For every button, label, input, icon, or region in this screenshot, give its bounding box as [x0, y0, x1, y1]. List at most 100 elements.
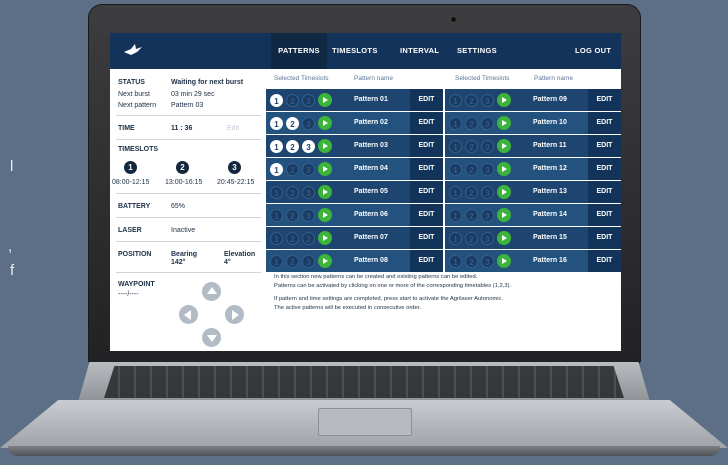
edit-button[interactable]: EDIT: [410, 204, 443, 226]
timeslot-toggle-icon[interactable]: 3: [481, 232, 494, 245]
edit-button[interactable]: EDIT: [588, 181, 621, 203]
timeslot-toggle-icon[interactable]: 1: [270, 255, 283, 268]
timeslot-toggle-icon[interactable]: 3: [302, 209, 315, 222]
play-icon[interactable]: [497, 93, 511, 107]
timeslot-toggle-icon[interactable]: 2: [465, 163, 478, 176]
timeslot-toggle-icon[interactable]: 2: [286, 186, 299, 199]
timeslot-toggle-icon[interactable]: 1: [449, 117, 462, 130]
pattern-name: Pattern 10: [533, 119, 567, 126]
timeslot-toggle-icon[interactable]: 3: [481, 117, 494, 130]
play-icon[interactable]: [497, 116, 511, 130]
timeslot-toggle-icon[interactable]: 1: [449, 232, 462, 245]
edit-button[interactable]: EDIT: [410, 181, 443, 203]
edit-button[interactable]: EDIT: [410, 112, 443, 134]
edit-button[interactable]: EDIT: [410, 250, 443, 272]
timeslot-toggle-icon[interactable]: 3: [302, 232, 315, 245]
play-icon[interactable]: [318, 139, 332, 153]
tab-interval[interactable]: INTERVAL: [400, 33, 439, 69]
timeslot-toggle-icon[interactable]: 2: [286, 117, 299, 130]
edit-button[interactable]: EDIT: [588, 135, 621, 157]
timeslot-toggle-icon[interactable]: 3: [302, 94, 315, 107]
timeslot-toggle-icon[interactable]: 2: [286, 255, 299, 268]
timeslot-toggle-icon[interactable]: 1: [449, 209, 462, 222]
edit-button[interactable]: EDIT: [588, 89, 621, 111]
edit-button[interactable]: EDIT: [588, 158, 621, 180]
timeslot-toggle-icon[interactable]: 3: [302, 140, 315, 153]
tab-settings[interactable]: SETTINGS: [457, 33, 497, 69]
timeslot-toggle-icon[interactable]: 3: [302, 255, 315, 268]
play-icon[interactable]: [497, 254, 511, 268]
laptop-front-edge: [8, 446, 720, 456]
time-edit-link[interactable]: Edit: [227, 125, 239, 132]
timeslot-toggle-icon[interactable]: 3: [481, 163, 494, 176]
timeslot-toggle-icon[interactable]: 1: [449, 255, 462, 268]
divider: [116, 139, 261, 140]
tab-timeslots[interactable]: TIMESLOTS: [332, 33, 378, 69]
timeslot-toggle-icon[interactable]: 2: [465, 140, 478, 153]
play-icon[interactable]: [497, 139, 511, 153]
tab-patterns[interactable]: PATTERNS: [271, 33, 327, 69]
play-icon[interactable]: [318, 185, 332, 199]
play-icon[interactable]: [318, 116, 332, 130]
timeslot-toggle-icon[interactable]: 3: [302, 186, 315, 199]
timeslot-toggle-icon[interactable]: 2: [286, 140, 299, 153]
timeslot-toggle-icon[interactable]: 2: [286, 163, 299, 176]
arrow-down-icon[interactable]: [202, 328, 221, 347]
timeslot-toggle-icon[interactable]: 3: [302, 117, 315, 130]
timeslot-toggle-icon[interactable]: 3: [481, 140, 494, 153]
play-icon[interactable]: [497, 231, 511, 245]
play-icon[interactable]: [318, 162, 332, 176]
arrow-up-icon[interactable]: [202, 282, 221, 301]
timeslot-2-icon: 2: [176, 161, 189, 174]
timeslot-toggle-icon[interactable]: 3: [481, 186, 494, 199]
timeslot-toggle-icon[interactable]: 3: [481, 255, 494, 268]
table-row: 1 2 3 Pattern 08 EDIT 1 2 3 Pattern 16 EDIT: [266, 250, 621, 272]
timeslot-toggle-icon[interactable]: 1: [449, 163, 462, 176]
timeslot-toggle-icon[interactable]: 3: [481, 209, 494, 222]
arrow-right-icon[interactable]: [225, 305, 244, 324]
play-icon[interactable]: [497, 185, 511, 199]
timeslot-toggle-icon[interactable]: 2: [465, 94, 478, 107]
timeslot-toggle-icon[interactable]: 1: [449, 140, 462, 153]
pattern-row: 1 2 3 Pattern 12 EDIT: [445, 158, 621, 180]
timeslot-toggle-icon[interactable]: 2: [465, 255, 478, 268]
timeslot-toggle-icon[interactable]: 1: [270, 209, 283, 222]
timeslot-toggle-icon[interactable]: 1: [449, 186, 462, 199]
edit-button[interactable]: EDIT: [410, 227, 443, 249]
timeslot-toggle-icon[interactable]: 1: [270, 94, 283, 107]
divider: [116, 241, 261, 242]
timeslot-toggle-icon[interactable]: 2: [465, 186, 478, 199]
timeslot-toggle-icon[interactable]: 2: [465, 232, 478, 245]
time-value: 11 : 36: [171, 125, 193, 132]
timeslot-toggle-icon[interactable]: 2: [286, 209, 299, 222]
timeslot-toggle-icon[interactable]: 1: [270, 186, 283, 199]
edit-button[interactable]: EDIT: [588, 227, 621, 249]
edit-button[interactable]: EDIT: [588, 204, 621, 226]
edit-button[interactable]: EDIT: [410, 158, 443, 180]
play-icon[interactable]: [318, 231, 332, 245]
play-icon[interactable]: [497, 208, 511, 222]
timeslot-toggle-icon[interactable]: 1: [449, 94, 462, 107]
timeslot-toggle-icon[interactable]: 1: [270, 140, 283, 153]
play-icon[interactable]: [318, 254, 332, 268]
logout-button[interactable]: LOG OUT: [575, 33, 611, 69]
timeslot-toggle-icon[interactable]: 2: [286, 232, 299, 245]
timeslot-toggle-icon[interactable]: 1: [270, 232, 283, 245]
timeslot-toggle-icon[interactable]: 2: [465, 209, 478, 222]
play-icon[interactable]: [497, 162, 511, 176]
edit-button[interactable]: EDIT: [410, 89, 443, 111]
arrow-left-icon[interactable]: [179, 305, 198, 324]
edit-button[interactable]: EDIT: [588, 250, 621, 272]
timeslot-toggle-icon[interactable]: 2: [465, 117, 478, 130]
timeslot-toggle-icon[interactable]: 2: [286, 94, 299, 107]
timeslot-toggle-icon[interactable]: 3: [481, 94, 494, 107]
timeslot-toggle-icon[interactable]: 1: [270, 117, 283, 130]
header-selected-timeslots: Selected Timeslots: [455, 75, 510, 82]
timeslot-toggle-icon[interactable]: 3: [302, 163, 315, 176]
timeslot-toggle-icon[interactable]: 1: [270, 163, 283, 176]
edit-button[interactable]: EDIT: [410, 135, 443, 157]
play-icon[interactable]: [318, 93, 332, 107]
play-icon[interactable]: [318, 208, 332, 222]
edit-button[interactable]: EDIT: [588, 112, 621, 134]
pattern-row: 1 2 3 Pattern 01 EDIT: [266, 89, 443, 111]
